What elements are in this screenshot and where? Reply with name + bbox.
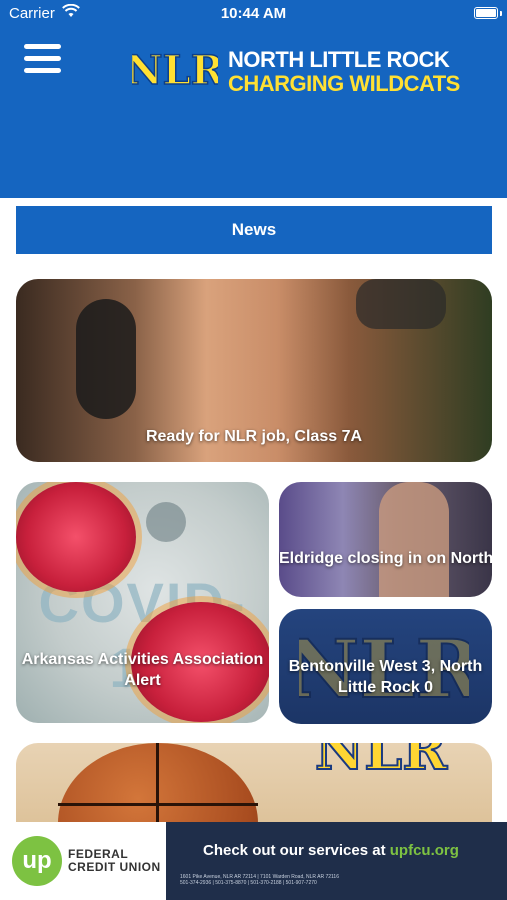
ad-org-name: FEDERAL CREDIT UNION bbox=[68, 847, 161, 874]
battery-tip bbox=[500, 11, 502, 16]
news-card[interactable]: NLR Bentonville West 3, North Little Roc… bbox=[279, 609, 492, 724]
brand-subtitle: CHARGING WILDCATS bbox=[228, 71, 460, 96]
ad-message-area bbox=[166, 822, 507, 900]
status-time: 10:44 AM bbox=[220, 5, 287, 22]
news-card[interactable]: Ready for NLR job, Class 7A bbox=[16, 279, 492, 462]
news-card-title: Bentonville West 3, North Little Rock 0 bbox=[288, 658, 483, 696]
virus-icon bbox=[16, 482, 136, 592]
news-card-title: Ready for NLR job, Class 7A bbox=[145, 428, 363, 445]
svg-text:NLR: NLR bbox=[315, 743, 448, 779]
news-card-title: Eldridge closing in on North Little Rock… bbox=[279, 550, 492, 567]
ad-fine-print: 501-374-2936 | 501-375-8870 | 501-370-21… bbox=[180, 880, 317, 886]
nlr-logo-text: NLR bbox=[132, 47, 218, 94]
hamburger-menu-icon[interactable] bbox=[24, 44, 61, 74]
nlr-logo: NLR bbox=[314, 743, 449, 779]
ad-banner[interactable]: up FEDERAL CREDIT UNION Check out our se… bbox=[0, 822, 507, 900]
ad-url-link[interactable]: upfcu.org bbox=[390, 842, 459, 859]
news-card[interactable]: Eldridge closing in on North Little Rock… bbox=[279, 482, 492, 597]
news-card[interactable]: COVID-19 Arkansas Activities Association… bbox=[16, 482, 269, 723]
battery-icon bbox=[474, 7, 498, 19]
app-header: Carrier 10:44 AM NLR NORTH LITTLE ROCK C… bbox=[0, 0, 507, 198]
brand-title: NORTH LITTLE ROCK bbox=[228, 47, 450, 72]
status-bar: Carrier 10:44 AM bbox=[0, 0, 507, 28]
virus-icon bbox=[146, 502, 186, 542]
upfcu-logo: up bbox=[12, 836, 62, 886]
news-button[interactable]: News bbox=[16, 206, 492, 254]
ad-message: Check out our services at upfcu.org bbox=[203, 842, 459, 859]
nlr-logo[interactable]: NLR bbox=[132, 42, 218, 96]
news-card-title: Arkansas Activities Association Alert bbox=[21, 651, 264, 689]
